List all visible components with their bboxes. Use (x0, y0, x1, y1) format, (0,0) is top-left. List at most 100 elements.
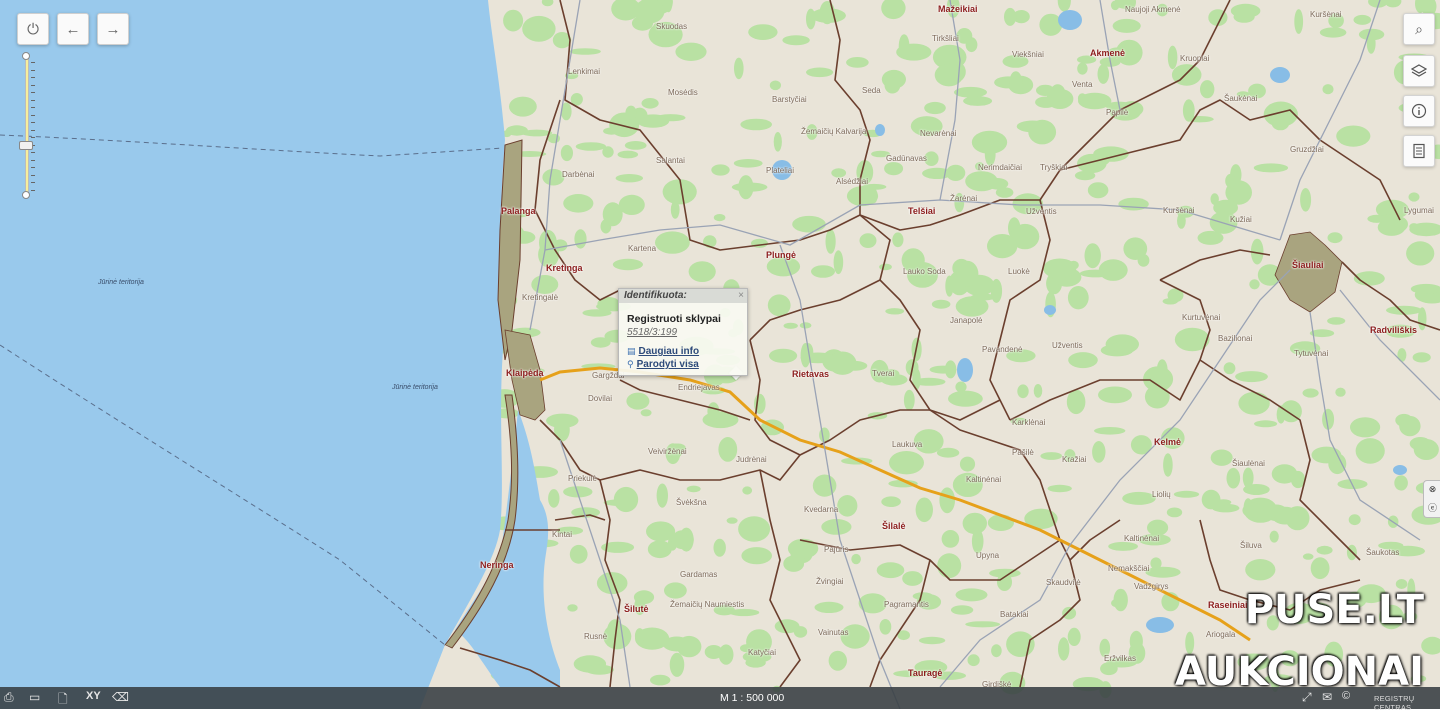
map-canvas[interactable]: Jūrinė teritorija Jūrinė teritorija Skuo… (0, 0, 1440, 709)
forest-patch (1077, 63, 1087, 75)
forest-patch (625, 141, 647, 150)
forest-patch (740, 119, 772, 131)
forest-patch (877, 562, 905, 578)
place-label: Šaukotas (1366, 548, 1399, 557)
forest-patch (1413, 352, 1431, 362)
zoom-slider[interactable] (22, 52, 30, 198)
forest-patch (616, 174, 643, 182)
forest-patch (1035, 97, 1057, 108)
forest-patch (1036, 85, 1055, 96)
forest-patch (1359, 29, 1384, 41)
coordinates-icon[interactable]: XY (86, 690, 101, 702)
forest-patch (687, 486, 701, 493)
parcel-link[interactable]: 5518/3:199 (627, 327, 677, 338)
back-button[interactable]: ← (57, 13, 89, 45)
search-button[interactable]: ⌕ (1403, 13, 1435, 45)
place-label: Kruopiai (1180, 54, 1209, 63)
forest-patch (714, 539, 726, 557)
zoom-tick (31, 152, 35, 153)
chat-icon[interactable]: ✉ (1322, 690, 1332, 704)
city-label: Raseiniai (1208, 600, 1248, 610)
forest-patch (1150, 557, 1161, 569)
forest-patch (1163, 453, 1173, 477)
more-info-link[interactable]: ▤Daugiau info (627, 346, 699, 357)
forest-patch (1017, 384, 1028, 398)
forest-patch (784, 323, 798, 329)
place-label: Naujoji Akmenė (1125, 5, 1181, 14)
forest-patch (561, 145, 573, 161)
forest-patch (1111, 342, 1136, 353)
forest-patch (945, 360, 956, 378)
forest-patch (1231, 4, 1261, 18)
forest-patch (1249, 279, 1259, 289)
list-button[interactable] (1403, 135, 1435, 167)
place-label: Skuodas (656, 22, 687, 31)
zoom-tick (31, 85, 35, 86)
side-panel-tab[interactable]: ⊗ ⓔ (1423, 480, 1440, 518)
layers-button[interactable] (1403, 55, 1435, 87)
forest-patch (1108, 542, 1138, 551)
zoom-out-handle[interactable] (22, 191, 30, 199)
city-label: Klaipėda (506, 368, 544, 378)
forest-patch (1409, 223, 1418, 230)
forest-patch (1118, 198, 1148, 211)
close-circle-icon[interactable]: ⊗ (1429, 484, 1437, 495)
zoom-tick (31, 107, 35, 108)
forest-patch (670, 653, 685, 677)
forest-patch (960, 457, 975, 472)
forest-patch (991, 644, 1002, 657)
place-label: Viekšniai (1012, 50, 1044, 59)
forest-patch (707, 402, 719, 420)
forest-patch (1040, 452, 1062, 460)
place-label: Tverai (872, 369, 894, 378)
forward-button[interactable]: → (97, 13, 129, 45)
forest-patch (951, 605, 973, 614)
forest-patch (966, 37, 978, 52)
forest-patch (948, 391, 983, 407)
ruler-icon[interactable]: ▭ (29, 690, 40, 704)
forest-patch (1254, 420, 1277, 427)
forest-patch (1294, 9, 1303, 34)
place-label: Kaltinėnai (1124, 534, 1159, 543)
zoom-in-handle[interactable] (22, 52, 30, 60)
forest-patch (727, 517, 738, 523)
forest-patch (987, 178, 1009, 190)
forest-patch (1399, 416, 1420, 436)
sea-label: Jūrinė teritorija (98, 279, 144, 286)
place-label: Kaltinėnai (966, 475, 1001, 484)
place-label: Pajūris (824, 545, 848, 554)
list-icon (1411, 143, 1427, 159)
place-label: Vadžgirys (1134, 582, 1169, 591)
scale-readout: M 1 : 500 000 (720, 692, 784, 704)
forest-patch (1406, 241, 1434, 265)
place-label: Eržvilkas (1104, 654, 1136, 663)
place-label: Lygumai (1404, 206, 1434, 215)
eraser-icon[interactable]: ⌫ (112, 690, 129, 704)
watermark-line1: PUSE.LT (1245, 590, 1424, 630)
forest-patch (997, 573, 1012, 591)
forest-patch (1328, 232, 1343, 243)
info-button[interactable] (1403, 95, 1435, 127)
export-icon[interactable]: 🗋 (58, 690, 68, 711)
forest-patch (972, 529, 984, 553)
forest-patch (860, 233, 877, 248)
zoom-track[interactable] (25, 56, 29, 196)
fullscreen-icon[interactable]: ⤢ (1302, 690, 1312, 705)
forest-patch (664, 582, 687, 598)
print-icon[interactable]: ⎙ (4, 690, 14, 705)
forest-patch (1397, 348, 1406, 362)
home-button[interactable]: ⏻ (17, 13, 49, 45)
forest-patch (1254, 163, 1288, 172)
forest-patch (563, 194, 593, 213)
forest-patch (881, 496, 901, 507)
forest-patch (1225, 174, 1236, 188)
forest-patch (829, 651, 847, 671)
place-label: Luokė (1008, 267, 1030, 276)
eye-icon[interactable]: ⓔ (1428, 501, 1437, 514)
close-icon[interactable]: × (738, 290, 744, 301)
place-label: Užventis (1052, 341, 1083, 350)
zoom-handle[interactable] (19, 141, 33, 150)
forest-patch (1354, 15, 1372, 25)
forest-patch (1094, 427, 1125, 435)
show-all-link[interactable]: ⚲Parodyti visa (627, 359, 699, 370)
